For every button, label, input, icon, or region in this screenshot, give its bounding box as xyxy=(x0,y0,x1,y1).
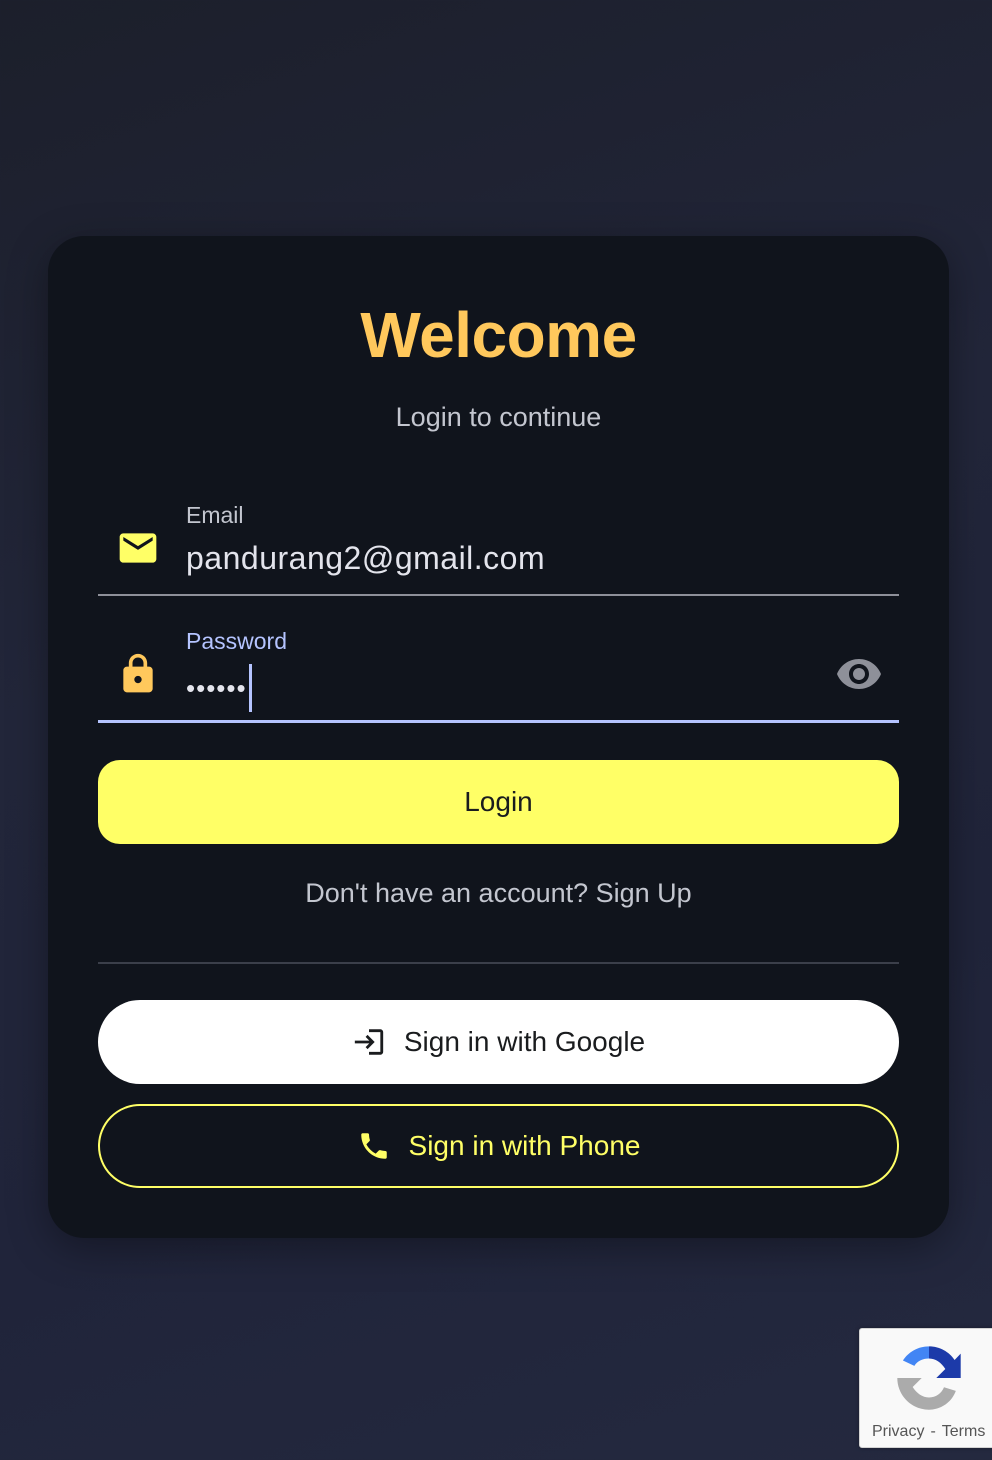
recaptcha-terms-link[interactable]: Terms xyxy=(942,1423,986,1440)
password-masked-value: •••••• xyxy=(186,672,247,703)
divider xyxy=(98,962,899,964)
recaptcha-separator: - xyxy=(930,1423,936,1440)
phone-signin-button[interactable]: Sign in with Phone xyxy=(98,1104,899,1188)
page-title: Welcome xyxy=(360,299,637,371)
recaptcha-badge[interactable]: Privacy - Terms xyxy=(859,1328,992,1448)
login-arrow-icon xyxy=(354,1029,384,1055)
password-field[interactable]: Password •••••• xyxy=(98,620,899,723)
phone-signin-label: Sign in with Phone xyxy=(408,1130,641,1161)
recaptcha-icon xyxy=(897,1346,961,1410)
phone-icon xyxy=(360,1133,387,1159)
text-cursor xyxy=(248,664,252,712)
lock-icon xyxy=(123,653,153,693)
eye-icon[interactable] xyxy=(835,650,883,698)
recaptcha-links: Privacy - Terms xyxy=(872,1423,985,1441)
login-button-label: Login xyxy=(464,786,533,817)
email-input[interactable]: pandurang2@gmail.com xyxy=(186,540,545,577)
mail-icon xyxy=(119,533,157,563)
google-signin-button[interactable]: Sign in with Google xyxy=(98,1000,899,1084)
email-label: Email xyxy=(186,502,244,528)
login-card: Welcome Login to continue Email panduran… xyxy=(48,236,949,1238)
recaptcha-privacy-link[interactable]: Privacy xyxy=(872,1423,924,1440)
email-field[interactable]: Email pandurang2@gmail.com xyxy=(98,494,899,596)
password-label: Password xyxy=(186,628,287,654)
password-input[interactable]: •••••• xyxy=(186,664,252,712)
signup-link[interactable]: Don't have an account? Sign Up xyxy=(48,878,949,909)
google-signin-label: Sign in with Google xyxy=(403,1026,646,1057)
login-button[interactable]: Login xyxy=(98,760,899,844)
page-subtitle: Login to continue xyxy=(395,402,602,432)
